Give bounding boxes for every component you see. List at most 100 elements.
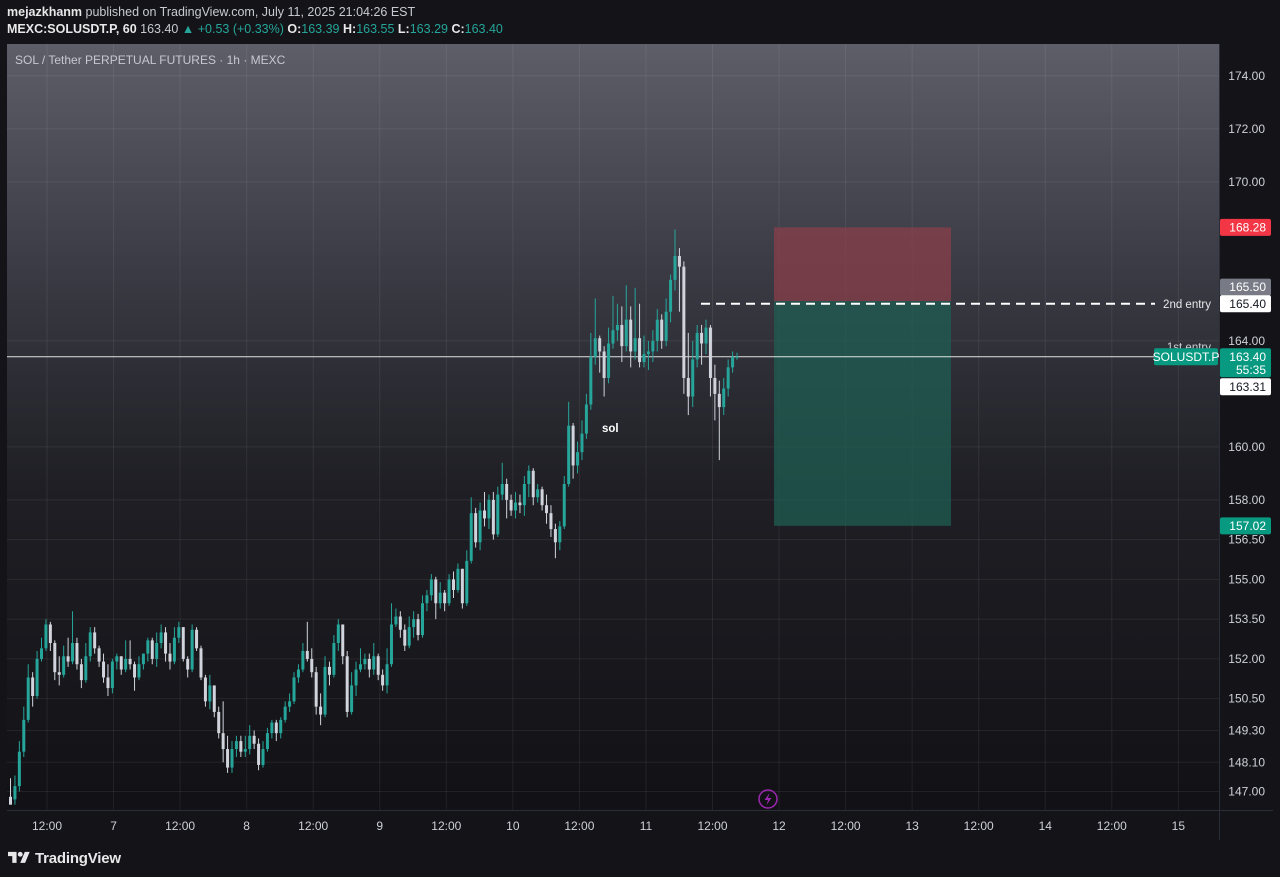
candle-body-down xyxy=(452,579,455,591)
candle-body-up xyxy=(487,499,491,519)
y-tick-label: 174.00 xyxy=(1228,69,1265,83)
candle-body-up xyxy=(146,640,150,654)
chart-footer: TradingView xyxy=(0,840,1280,877)
second-entry-label: 2nd entry xyxy=(1163,299,1211,311)
close-value: 163.40 xyxy=(464,22,503,36)
stop-loss-zone xyxy=(774,227,951,302)
candle-body-down xyxy=(491,499,495,535)
candle-body-up xyxy=(155,643,159,659)
chart-header: mejazkhanm published on TradingView.com,… xyxy=(0,0,1280,42)
x-tick-label: 12:00 xyxy=(1097,819,1127,833)
candle-body-up xyxy=(385,664,389,686)
candle-body-down xyxy=(708,327,712,378)
candle-body-up xyxy=(651,340,655,352)
stop-price-tag: 168.28 xyxy=(1220,218,1271,236)
last-price: 163.40 xyxy=(140,22,179,36)
candle-body-up xyxy=(26,677,30,720)
candle-body-down xyxy=(602,351,606,378)
candle-body-up xyxy=(691,359,695,397)
candle-body-up xyxy=(296,669,300,678)
candle-body-down xyxy=(310,658,314,673)
candle-body-down xyxy=(221,733,225,750)
stop-price-tag-text: 168.28 xyxy=(1229,220,1266,234)
candle-body-up xyxy=(389,624,393,665)
candle-body-up xyxy=(438,592,442,604)
candle-body-up xyxy=(372,656,376,670)
entry-price-tag-text: 165.50 xyxy=(1229,280,1266,294)
last-price-tag: 163.4055:35 xyxy=(1220,348,1271,378)
candle-body-down xyxy=(638,338,642,363)
y-tick-label: 155.00 xyxy=(1228,572,1265,586)
high-label: H: xyxy=(343,22,357,36)
candle-body-down xyxy=(518,502,522,506)
candle-body-down xyxy=(443,592,447,604)
candle-body-up xyxy=(522,483,526,506)
tradingview-logo[interactable]: TradingView xyxy=(8,849,121,867)
candle-body-up xyxy=(323,666,327,715)
candle-body-up xyxy=(704,327,708,344)
price-chart[interactable]: 174.00 172.00 170.00 164.00 160.00 158.00 156.… xyxy=(7,44,1273,840)
candle-body-up xyxy=(110,661,114,689)
candle-body-down xyxy=(483,510,487,519)
candle-body-up xyxy=(248,735,252,750)
candle-body-up xyxy=(589,356,593,405)
candle-body-up xyxy=(500,483,504,495)
candle-body-down xyxy=(79,664,83,681)
candle-body-up xyxy=(363,658,367,665)
candle-body-down xyxy=(97,648,101,662)
candle-body-down xyxy=(460,568,464,604)
x-tick-label: 13 xyxy=(905,819,919,833)
candle-body-up xyxy=(234,741,238,750)
candle-body-down xyxy=(252,735,256,744)
candle-body-up xyxy=(673,256,677,280)
x-tick-label: 9 xyxy=(376,819,383,833)
candle-body-up xyxy=(350,685,354,712)
candle-body-up xyxy=(358,664,362,670)
candle-body-down xyxy=(239,741,243,752)
low-label: L: xyxy=(397,22,410,36)
candle-body-up xyxy=(394,616,398,625)
candle-body-down xyxy=(164,632,168,654)
candle-body-up xyxy=(208,685,212,702)
candle-body-down xyxy=(274,722,278,734)
candle-body-up xyxy=(611,330,615,344)
candle-body-up xyxy=(230,749,234,768)
candle-body-up xyxy=(576,452,580,466)
target-price-tag-text: 157.02 xyxy=(1229,519,1266,533)
candle-body-up xyxy=(536,489,540,498)
candle-body-up xyxy=(22,719,26,752)
target-price-tag: 157.02 xyxy=(1220,517,1271,535)
candle-body-up xyxy=(731,356,735,368)
symbol-label[interactable]: MEXC:SOLUSDT.P, 60 xyxy=(7,22,137,36)
pane-title-bold: PERPETUAL FUTURES xyxy=(85,53,216,67)
symbol-info-line: MEXC:SOLUSDT.P, 60 163.40 ▲ +0.53 (+0.33… xyxy=(7,22,503,36)
candle-body-down xyxy=(319,706,323,715)
candle-body-down xyxy=(203,677,207,702)
candle-body-up xyxy=(646,351,650,355)
candle-body-down xyxy=(381,674,385,686)
candle-body-up xyxy=(141,653,145,665)
candle-body-down xyxy=(66,656,70,662)
candle-body-up xyxy=(642,354,646,363)
candle-body-down xyxy=(531,470,535,498)
x-tick-label: 12:00 xyxy=(564,819,594,833)
candle-body-up xyxy=(115,656,119,662)
x-tick-label: 8 xyxy=(243,819,250,833)
candle-body-down xyxy=(345,656,349,712)
author-name[interactable]: mejazkhanm xyxy=(7,5,82,19)
x-tick-label: 15 xyxy=(1172,819,1186,833)
candle-body-down xyxy=(398,616,402,630)
candle-body-up xyxy=(292,677,296,702)
candle-body-up xyxy=(735,356,739,358)
y-tick-label: 153.50 xyxy=(1228,612,1265,626)
x-tick-label: 12:00 xyxy=(697,819,727,833)
candle-body-up xyxy=(336,624,340,644)
candle-body-up xyxy=(425,595,429,604)
candle-body-up xyxy=(695,332,699,360)
candle-body-down xyxy=(9,796,12,805)
candle-body-down xyxy=(31,677,35,697)
last-price-tag-price: 163.40 xyxy=(1229,350,1266,364)
chart-pane[interactable]: 174.00 172.00 170.00 164.00 160.00 158.00 156.… xyxy=(7,44,1273,840)
candle-body-down xyxy=(327,666,331,675)
candle-body-up xyxy=(593,338,597,357)
